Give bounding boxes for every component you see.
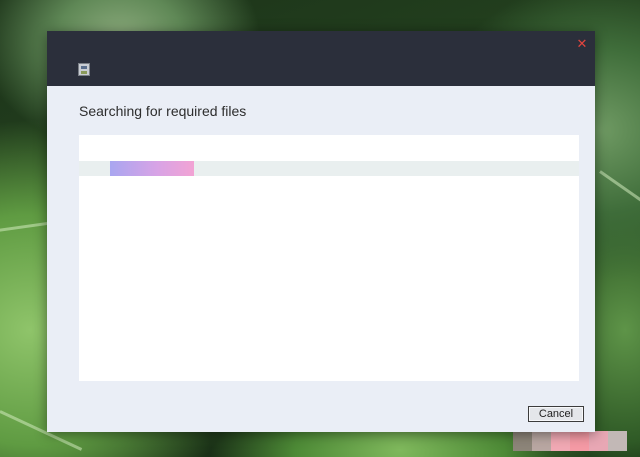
content-panel [79, 135, 579, 381]
wallpaper-watermark [513, 431, 627, 451]
progress-indicator [110, 161, 194, 176]
close-icon[interactable]: ✕ [575, 36, 589, 52]
wallpaper-leaf-vein [599, 170, 640, 208]
desktop-wallpaper: ✕ Searching for required files Cancel [0, 0, 640, 457]
title-bar: ✕ [47, 31, 595, 86]
cancel-button[interactable]: Cancel [528, 406, 584, 422]
status-heading: Searching for required files [79, 103, 247, 119]
setup-app-icon [78, 63, 90, 76]
setup-dialog: ✕ Searching for required files Cancel [47, 31, 595, 432]
